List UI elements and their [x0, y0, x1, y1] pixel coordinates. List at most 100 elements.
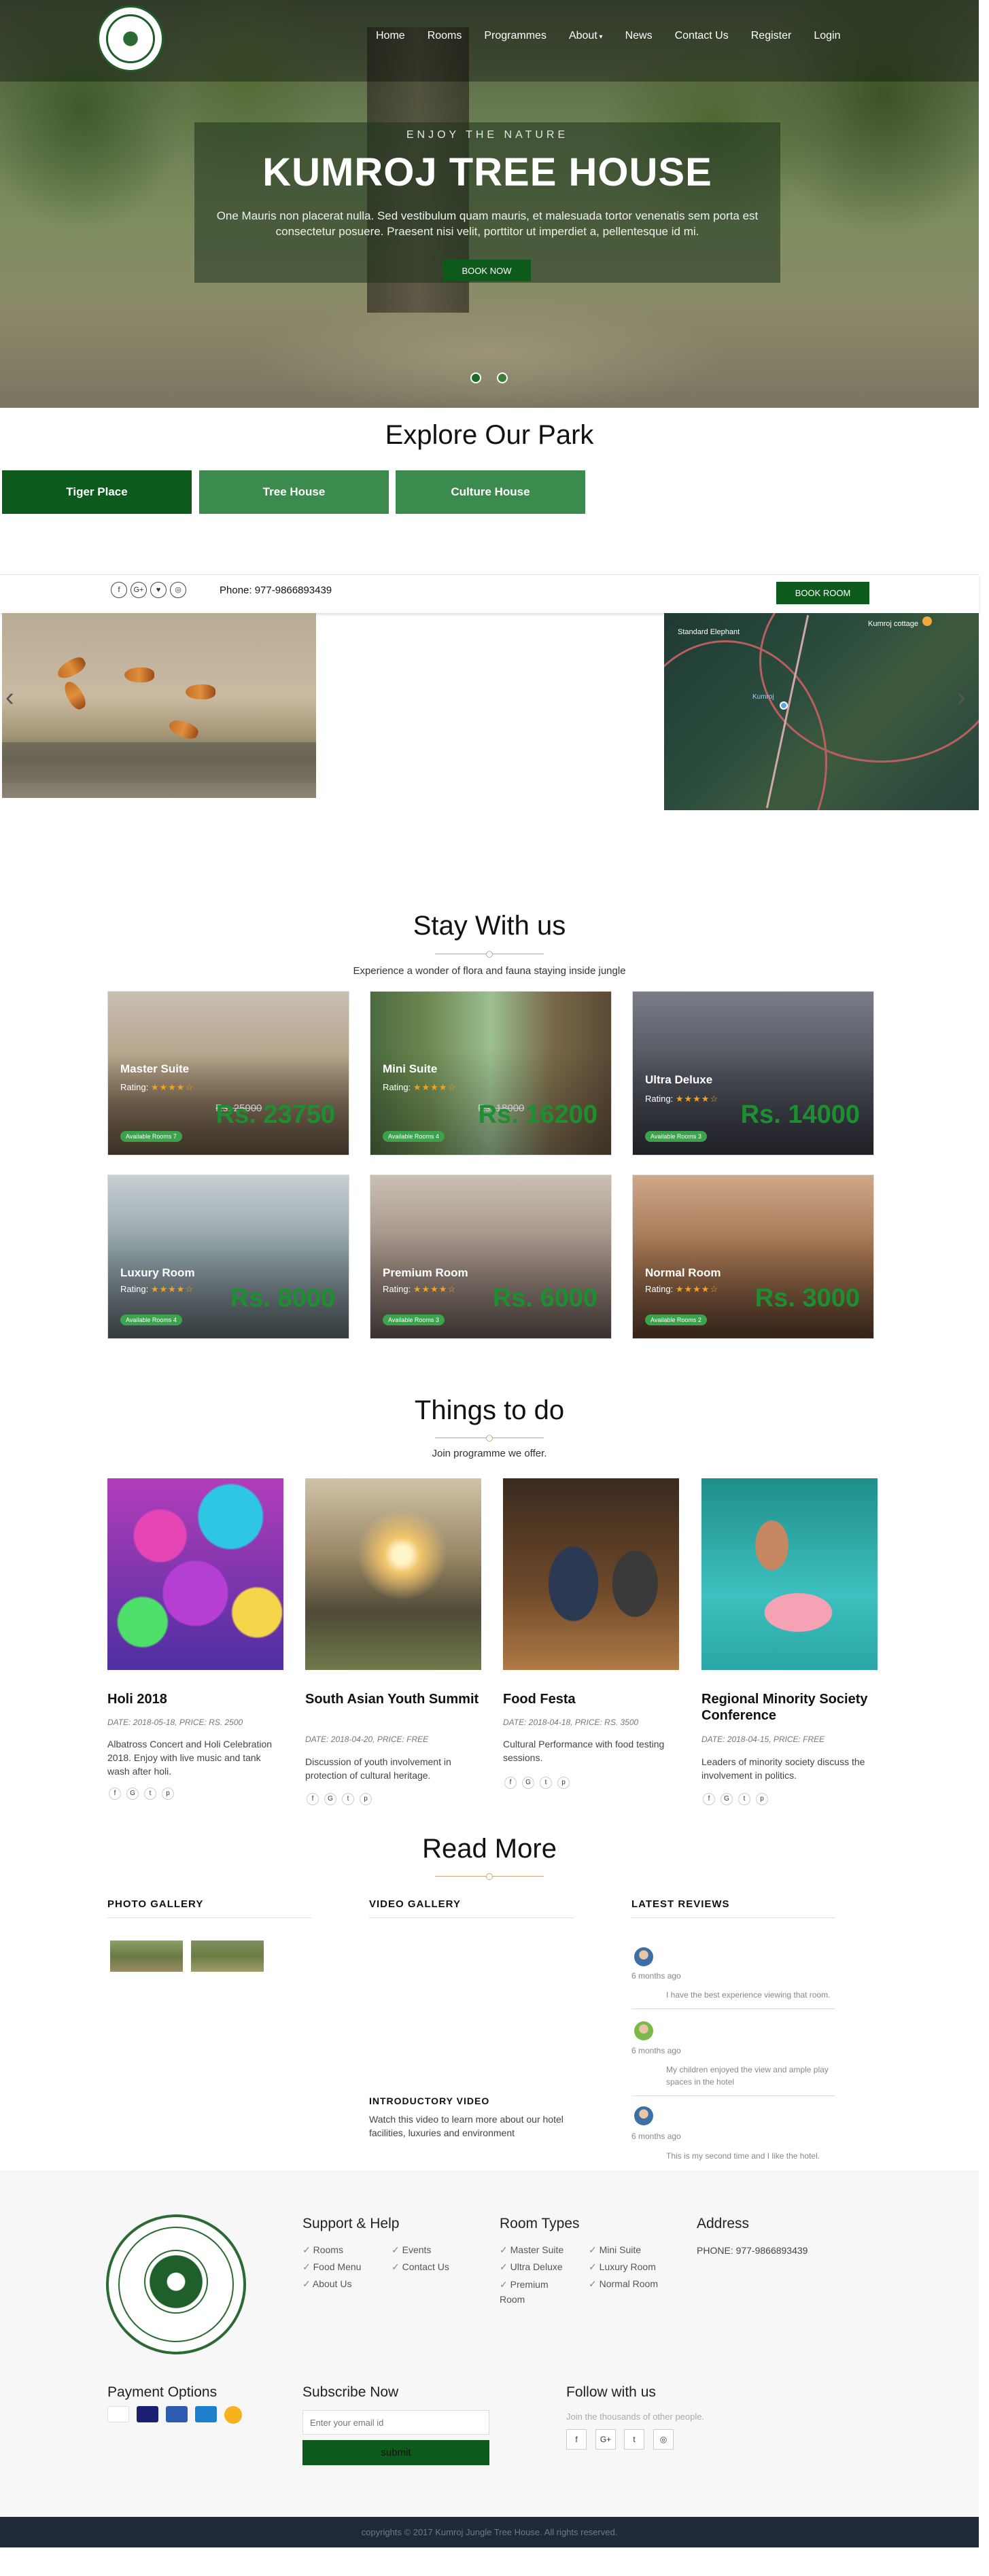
slider-dot-2[interactable]: [497, 372, 508, 383]
pinterest-icon[interactable]: p: [162, 1788, 174, 1800]
tab-tiger-place[interactable]: Tiger Place: [2, 470, 192, 514]
footer-phone: PHONE: 977-9866893439: [697, 2245, 808, 2256]
nav-home[interactable]: Home: [376, 30, 405, 42]
pinterest-icon[interactable]: p: [756, 1793, 768, 1805]
nav-news[interactable]: News: [625, 30, 653, 42]
food-festa-image[interactable]: [503, 1478, 679, 1670]
intro-video-title: INTRODUCTORY VIDEO: [369, 2095, 490, 2106]
nav-programmes[interactable]: Programmes: [484, 30, 546, 42]
twitter-icon[interactable]: t: [540, 1777, 552, 1789]
book-room-button[interactable]: BOOK ROOM: [776, 582, 869, 604]
footer-link[interactable]: Contact Us: [392, 2261, 449, 2273]
follow-subtitle: Join the thousands of other people.: [566, 2412, 705, 2422]
room-price: Rs. 23750: [215, 1100, 335, 1129]
nav-rooms[interactable]: Rooms: [428, 30, 462, 42]
room-card[interactable]: Normal Room Rating: ★★★★☆ Rs. 3000 Availabl…: [632, 1174, 874, 1339]
gallery-thumb[interactable]: [191, 1940, 264, 1972]
google-plus-icon[interactable]: G: [721, 1793, 733, 1805]
gallery-thumb[interactable]: [110, 1940, 183, 1972]
nav-login[interactable]: Login: [814, 30, 840, 42]
footer-link[interactable]: Ultra Deluxe: [500, 2261, 563, 2273]
submit-button[interactable]: submit: [302, 2440, 489, 2465]
footer-link[interactable]: About Us: [302, 2278, 352, 2290]
footer-link[interactable]: Events: [392, 2244, 432, 2256]
tiger-image: [2, 613, 316, 798]
section-divider: [435, 1873, 544, 1880]
twitter-icon[interactable]: t: [624, 2429, 644, 2450]
twitter-icon[interactable]: t: [738, 1793, 750, 1805]
nav-about[interactable]: About: [569, 30, 603, 42]
event-title[interactable]: Food Festa: [503, 1691, 680, 1707]
hero-caption: ENJOY THE NATURE KUMROJ TREE HOUSE One M…: [194, 122, 780, 283]
event-title[interactable]: Holi 2018: [107, 1691, 284, 1707]
room-card[interactable]: Premium Room Rating: ★★★★☆ Rs. 6000 Availab…: [370, 1174, 612, 1339]
carousel-prev-icon[interactable]: ‹: [5, 683, 14, 712]
instagram-icon[interactable]: ◎: [653, 2429, 674, 2450]
room-card[interactable]: Mini Suite Rating: ★★★★☆ Rs. 18000 Rs. 1620…: [370, 991, 612, 1155]
location-map[interactable]: Standard Elephant Kumroj cottage Kumroj: [664, 613, 979, 810]
twitter-icon[interactable]: t: [144, 1788, 156, 1800]
room-name[interactable]: Premium Room: [383, 1266, 468, 1280]
pinterest-icon[interactable]: p: [557, 1777, 570, 1789]
room-name[interactable]: Mini Suite: [383, 1062, 437, 1076]
summit-image[interactable]: [305, 1478, 481, 1670]
google-plus-icon[interactable]: G+: [131, 582, 147, 598]
facebook-icon[interactable]: f: [307, 1793, 319, 1805]
event-title[interactable]: South Asian Youth Summit: [305, 1691, 482, 1707]
footer-link[interactable]: Rooms: [302, 2244, 343, 2256]
room-name[interactable]: Master Suite: [120, 1062, 189, 1076]
room-name[interactable]: Normal Room: [645, 1266, 721, 1280]
footer-link[interactable]: Mini Suite: [589, 2244, 641, 2256]
map-pin-icon: [922, 616, 932, 626]
twitter-icon[interactable]: t: [342, 1793, 354, 1805]
google-plus-icon[interactable]: G+: [595, 2429, 616, 2450]
event-desc: Albatross Concert and Holi Celebration 2…: [107, 1739, 273, 1777]
nav-contact[interactable]: Contact Us: [675, 30, 729, 42]
facebook-icon[interactable]: f: [111, 582, 127, 598]
facebook-icon[interactable]: f: [566, 2429, 587, 2450]
facebook-icon[interactable]: f: [109, 1788, 121, 1800]
site-logo[interactable]: [97, 5, 164, 72]
room-name[interactable]: Luxury Room: [120, 1266, 195, 1280]
event-date: DATE: 2018-04-18, PRICE: RS. 3500: [503, 1718, 639, 1727]
twitter-icon[interactable]: ♥: [150, 582, 167, 598]
star-icon: ★★★★☆: [413, 1284, 457, 1294]
room-card[interactable]: Master Suite Rating: ★★★★☆ Rs. 25000 Rs. 23…: [107, 991, 349, 1155]
room-price: Rs. 16200: [478, 1100, 597, 1129]
available-badge: Available Rooms 7: [120, 1131, 182, 1142]
google-plus-icon[interactable]: G: [522, 1777, 534, 1789]
footer-link[interactable]: Luxury Room: [589, 2261, 656, 2273]
event-title[interactable]: Regional Minority Society Conference: [701, 1691, 878, 1724]
room-rating: Rating: ★★★★☆: [645, 1284, 719, 1294]
footer-link[interactable]: Master Suite: [500, 2244, 564, 2256]
pinterest-icon[interactable]: p: [360, 1793, 372, 1805]
slider-dot-1[interactable]: [470, 372, 481, 383]
amex-icon: [195, 2406, 217, 2422]
review-time: 6 months ago: [631, 2046, 681, 2055]
follow-heading: Follow with us: [566, 2384, 656, 2400]
room-card[interactable]: Ultra Deluxe Rating: ★★★★☆ Rs. 14000 Availa…: [632, 991, 874, 1155]
google-plus-icon[interactable]: G: [324, 1793, 336, 1805]
instagram-icon[interactable]: ◎: [170, 582, 186, 598]
footer-link[interactable]: Normal Room: [589, 2278, 658, 2290]
support-heading: Support & Help: [302, 2216, 400, 2231]
book-now-button[interactable]: BOOK NOW: [443, 260, 531, 281]
photo-gallery-heading: PHOTO GALLERY: [107, 1898, 204, 1910]
star-icon: ★★★★☆: [675, 1094, 719, 1104]
facebook-icon[interactable]: f: [703, 1793, 715, 1805]
room-card[interactable]: Luxury Room Rating: ★★★★☆ Rs. 8000 Availabl…: [107, 1174, 349, 1339]
carousel-next-icon[interactable]: ›: [957, 683, 966, 712]
room-name[interactable]: Ultra Deluxe: [645, 1073, 712, 1087]
google-plus-icon[interactable]: G: [126, 1788, 139, 1800]
visa-icon: [166, 2406, 188, 2422]
tab-culture-house[interactable]: Culture House: [396, 470, 585, 514]
pool-image[interactable]: [701, 1478, 878, 1670]
email-field[interactable]: [302, 2410, 489, 2435]
footer-link[interactable]: Premium Room: [500, 2277, 561, 2307]
facebook-icon[interactable]: f: [504, 1777, 517, 1789]
share-icons: fGtp: [307, 1793, 377, 1805]
holi-image[interactable]: [107, 1478, 283, 1670]
tab-tree-house[interactable]: Tree House: [199, 470, 389, 514]
nav-register[interactable]: Register: [751, 30, 792, 42]
footer-link[interactable]: Food Menu: [302, 2261, 362, 2273]
